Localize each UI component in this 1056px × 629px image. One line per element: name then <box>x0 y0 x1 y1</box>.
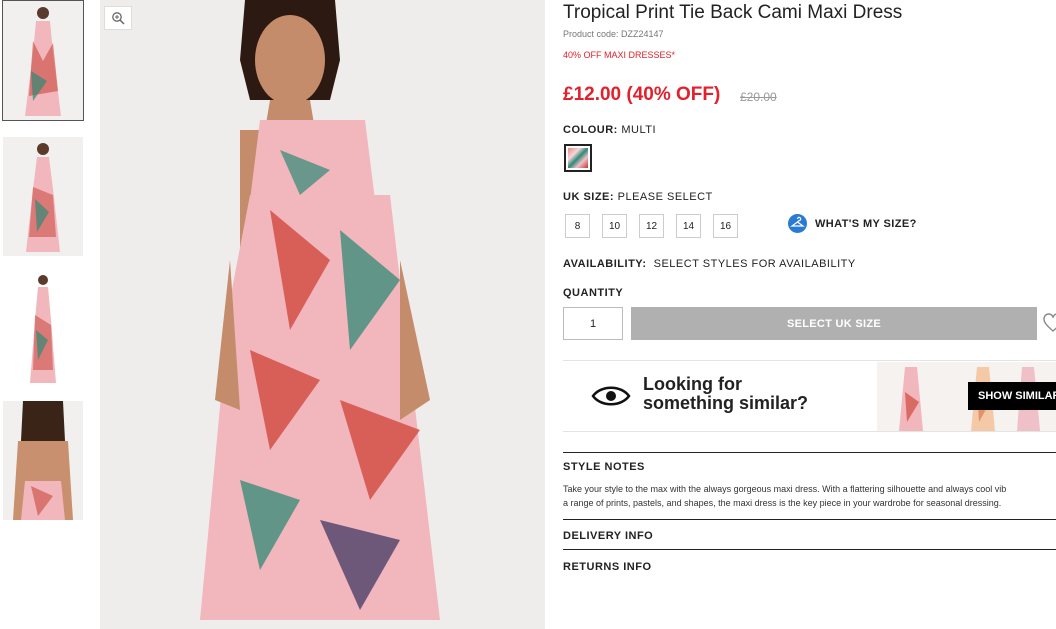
show-similar-button[interactable]: SHOW SIMILAR <box>968 382 1056 410</box>
whats-my-size-text: WHAT'S MY SIZE? <box>815 217 917 230</box>
main-product-image[interactable] <box>100 0 545 629</box>
divider-1 <box>563 452 1056 453</box>
product-code: Product code: DZZ24147 <box>563 29 664 39</box>
availability-label-text: AVAILABILITY: <box>563 258 647 270</box>
size-option-16[interactable]: 16 <box>713 214 738 238</box>
whats-my-size-link[interactable]: WHAT'S MY SIZE? <box>788 214 917 233</box>
size-label-text: UK SIZE: <box>563 191 615 203</box>
size-option-10[interactable]: 10 <box>602 214 627 238</box>
zoom-button[interactable] <box>104 6 132 30</box>
similar-items-banner: Looking for something similar? SHOW SIMI… <box>563 360 1056 432</box>
hanger-icon <box>788 214 807 233</box>
thumbnail-1[interactable] <box>2 0 84 121</box>
style-notes-heading[interactable]: STYLE NOTES <box>563 461 645 473</box>
availability-label: AVAILABILITY: SELECT STYLES FOR AVAILABI… <box>563 258 856 270</box>
thumbnail-2[interactable] <box>3 137 83 256</box>
size-value: PLEASE SELECT <box>617 191 713 203</box>
sale-price: £12.00 (40% OFF) <box>563 84 721 105</box>
style-notes-line-2: a range of prints, pastels, and shapes, … <box>563 498 1002 508</box>
quantity-label: QUANTITY <box>563 287 624 299</box>
delivery-info-heading[interactable]: DELIVERY INFO <box>563 530 653 542</box>
colour-label-text: COLOUR: <box>563 124 618 136</box>
product-title: Tropical Print Tie Back Cami Maxi Dress <box>563 2 903 23</box>
thumbnail-3[interactable] <box>3 270 83 387</box>
product-info: Tropical Print Tie Back Cami Maxi Dress … <box>563 0 1056 629</box>
size-option-12[interactable]: 12 <box>639 214 664 238</box>
availability-value: SELECT STYLES FOR AVAILABILITY <box>653 258 856 270</box>
style-notes-line-1: Take your style to the max with the alwa… <box>563 484 1007 494</box>
size-label: UK SIZE: PLEASE SELECT <box>563 191 713 203</box>
original-price: £20.00 <box>740 90 777 104</box>
eye-icon <box>591 386 631 406</box>
size-option-14[interactable]: 14 <box>676 214 701 238</box>
similar-line-1: Looking for <box>643 374 742 394</box>
returns-info-heading[interactable]: RETURNS INFO <box>563 561 652 573</box>
similar-line-2: something similar? <box>643 393 809 413</box>
divider-2 <box>563 519 1056 520</box>
colour-swatch-multi[interactable] <box>564 144 592 172</box>
thumbnail-4[interactable] <box>3 401 83 520</box>
divider-3 <box>563 549 1056 550</box>
zoom-icon <box>112 12 125 25</box>
promo-link[interactable]: 40% OFF MAXI DRESSES* <box>563 50 675 60</box>
colour-label: COLOUR: MULTI <box>563 124 656 136</box>
colour-value: MULTI <box>621 124 657 136</box>
add-to-bag-button[interactable]: SELECT UK SIZE <box>631 307 1037 340</box>
similar-heading: Looking for something similar? <box>643 375 808 413</box>
heart-icon[interactable] <box>1042 311 1056 335</box>
quantity-input[interactable]: 1 <box>563 307 623 340</box>
size-option-8[interactable]: 8 <box>565 214 590 238</box>
style-notes-body: Take your style to the max with the alwa… <box>563 482 1056 510</box>
